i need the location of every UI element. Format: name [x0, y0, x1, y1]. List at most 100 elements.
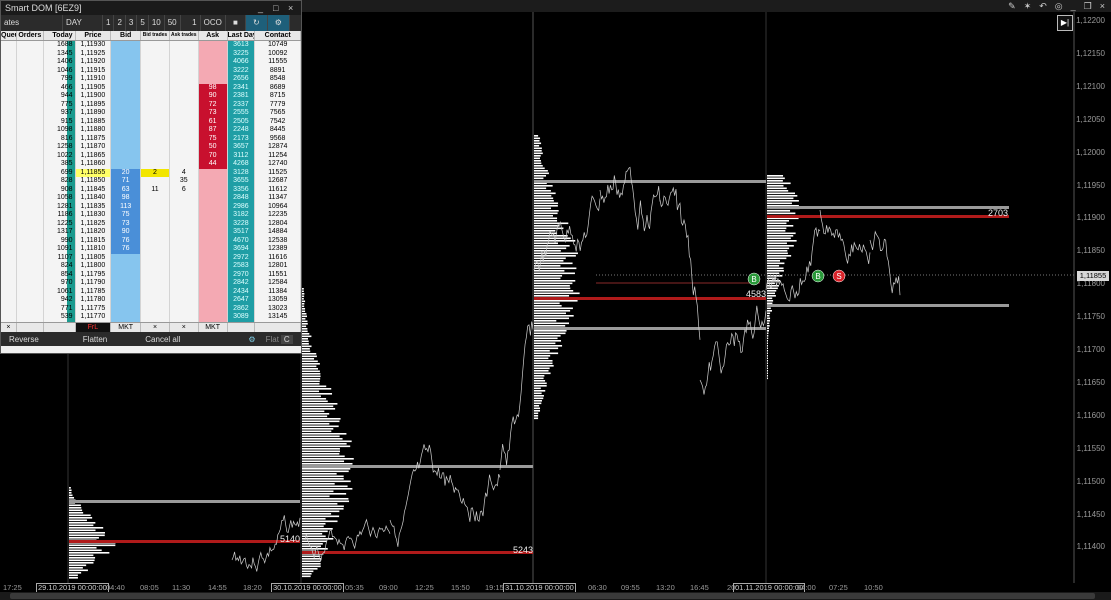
dom-cell-bid[interactable] [111, 49, 142, 58]
dom-cell-bid[interactable] [111, 304, 142, 313]
dom-row[interactable]: 944 1,11900 90 2381 8715 [1, 92, 301, 101]
clear-bid-trades-button[interactable]: × [141, 323, 170, 332]
qty-2-button[interactable]: 2 [114, 15, 126, 31]
dom-row[interactable]: 1225 1,11825 73 3228 12804 [1, 219, 301, 228]
col-bid[interactable]: Bid [111, 31, 142, 40]
dom-cell-ask[interactable]: 50 [198, 143, 228, 152]
dom-cell-bid[interactable]: 75 [111, 211, 142, 220]
dom-cell-ask[interactable] [198, 313, 228, 322]
price-mode-button[interactable]: FrL [75, 323, 112, 332]
dom-cell-ask[interactable]: 72 [198, 100, 228, 109]
dom-cell-ask[interactable] [198, 279, 228, 288]
dom-ladder[interactable]: 1688 1,11930 3613 10749 1345 1,11925 3225 10092… [1, 41, 301, 322]
dom-row[interactable]: 775 1,11895 72 2337 7779 [1, 100, 301, 109]
col-queue[interactable]: Queue [1, 31, 17, 40]
dom-cell-bid[interactable] [111, 262, 142, 271]
qty-5-button[interactable]: 5 [137, 15, 149, 31]
dom-row[interactable]: 1345 1,11925 3225 10092 [1, 49, 301, 58]
minimize-icon[interactable]: _ [1071, 0, 1076, 12]
dom-cell-bid[interactable]: 76 [111, 236, 142, 245]
dom-cell-ask[interactable] [198, 262, 228, 271]
dom-minimize-button[interactable]: _ [258, 1, 263, 15]
market-buy-button[interactable]: MKT [199, 323, 228, 332]
dom-cell-bid[interactable] [111, 100, 142, 109]
dom-row[interactable]: 799 1,11910 2656 8548 [1, 75, 301, 84]
dom-row[interactable]: 466 1,11905 98 2341 8689 [1, 83, 301, 92]
dom-row[interactable]: 1107 1,11805 2972 11616 [1, 253, 301, 262]
period-select[interactable]: DAY [63, 15, 103, 31]
dom-cell-bid[interactable] [111, 313, 142, 322]
dom-cell-ask[interactable] [198, 75, 228, 84]
qty-3-button[interactable]: 3 [126, 15, 138, 31]
dom-row[interactable]: 539 1,11770 3089 13145 [1, 313, 301, 322]
dom-cell-bid[interactable] [111, 279, 142, 288]
cancel-queue-button[interactable]: × [1, 323, 17, 332]
col-ask[interactable]: Ask [199, 31, 228, 40]
dom-cell-bid[interactable] [111, 41, 142, 50]
qty-50-button[interactable]: 50 [165, 15, 181, 31]
dom-cell-ask[interactable]: 75 [198, 134, 228, 143]
restore-icon[interactable]: ❐ [1084, 0, 1092, 12]
dom-cell-bid[interactable] [111, 58, 142, 67]
dom-cell-ask[interactable]: 70 [198, 151, 228, 160]
dom-cell-ask[interactable] [198, 321, 228, 322]
dom-cell-ask[interactable]: 98 [198, 83, 228, 92]
dom-row[interactable]: 942 1,11780 2647 13059 [1, 296, 301, 305]
c-button[interactable]: C [280, 334, 293, 344]
dom-row[interactable]: 1317 1,11820 90 3517 14884 [1, 228, 301, 237]
clear-ask-trades-button[interactable]: × [170, 323, 199, 332]
reverse-button[interactable]: Reverse [1, 335, 47, 344]
settings-icon[interactable]: ⚙ [240, 335, 263, 344]
dom-cell-ask[interactable] [198, 41, 228, 50]
dom-cell-bid[interactable] [111, 117, 142, 126]
dom-cell-bid[interactable] [111, 253, 142, 262]
dom-cell-ask[interactable]: 61 [198, 117, 228, 126]
col-price[interactable]: Price [76, 31, 112, 40]
dom-cell-ask[interactable] [198, 185, 228, 194]
qty-1-button[interactable]: 1 [103, 15, 115, 31]
dom-cell-bid[interactable]: 73 [111, 219, 142, 228]
dom-titlebar[interactable]: Smart DOM [6EZ9] _ □ × [1, 1, 301, 15]
dom-row[interactable]: 1098 1,11880 87 2248 8445 [1, 126, 301, 135]
dom-row[interactable]: 1046 1,11915 3222 8891 [1, 66, 301, 75]
dom-cell-bid[interactable] [111, 296, 142, 305]
dom-cell-bid[interactable] [111, 109, 142, 118]
col-contact[interactable]: Contact [255, 31, 302, 40]
dom-row[interactable]: 1258 1,11870 50 3657 12874 [1, 143, 301, 152]
autoscroll-button[interactable]: ▶| [1057, 15, 1073, 31]
dom-cell-ask[interactable] [198, 296, 228, 305]
dom-row[interactable]: 970 1,11790 2842 12584 [1, 279, 301, 288]
dom-cell-ask[interactable]: 90 [198, 92, 228, 101]
gear-icon[interactable]: ⚙ [267, 15, 290, 31]
dom-close-button[interactable]: × [288, 1, 293, 15]
cancel-all-button[interactable]: Cancel all [137, 335, 188, 344]
account-select[interactable]: ates [1, 15, 63, 31]
horizontal-scrollbar[interactable] [0, 592, 1111, 600]
dom-row[interactable]: 990 1,11815 76 4670 12538 [1, 236, 301, 245]
dom-cell-bid[interactable] [111, 270, 142, 279]
dom-row[interactable]: 828 1,11850 71 35 3655 12687 [1, 177, 301, 186]
col-ask-trades[interactable]: Ask trades [170, 31, 199, 40]
dom-cell-ask[interactable] [198, 66, 228, 75]
lock-icon[interactable]: ■ [226, 15, 246, 31]
drawing-tools-icon[interactable]: ✎ [1008, 0, 1016, 12]
dom-cell-ask[interactable] [198, 236, 228, 245]
dom-cell-bid[interactable] [111, 126, 142, 135]
dom-cell-ask[interactable] [198, 219, 228, 228]
dom-row[interactable]: 385 1,11860 44 4268 12740 [1, 160, 301, 169]
dom-cell-bid[interactable] [111, 287, 142, 296]
dom-cell-ask[interactable]: 87 [198, 126, 228, 135]
dom-cell-bid[interactable]: 71 [111, 177, 142, 186]
dom-cell-bid[interactable] [111, 321, 142, 322]
flatten-button[interactable]: Flatten [75, 335, 115, 344]
dom-row[interactable]: 816 1,11875 75 2173 9568 [1, 134, 301, 143]
dom-cell-bid[interactable]: 113 [111, 202, 142, 211]
dom-cell-bid[interactable]: 98 [111, 194, 142, 203]
dom-cell-ask[interactable] [198, 202, 228, 211]
dom-cell-bid[interactable]: 76 [111, 245, 142, 254]
dom-cell-ask[interactable] [198, 194, 228, 203]
smart-dom-window[interactable]: Smart DOM [6EZ9] _ □ × ates DAY 1 2 3 5 … [0, 0, 302, 354]
quantity-input[interactable]: 1 [181, 15, 201, 31]
dom-row[interactable]: 1061 1,11785 2434 11384 [1, 287, 301, 296]
dom-cell-bid[interactable] [111, 143, 142, 152]
